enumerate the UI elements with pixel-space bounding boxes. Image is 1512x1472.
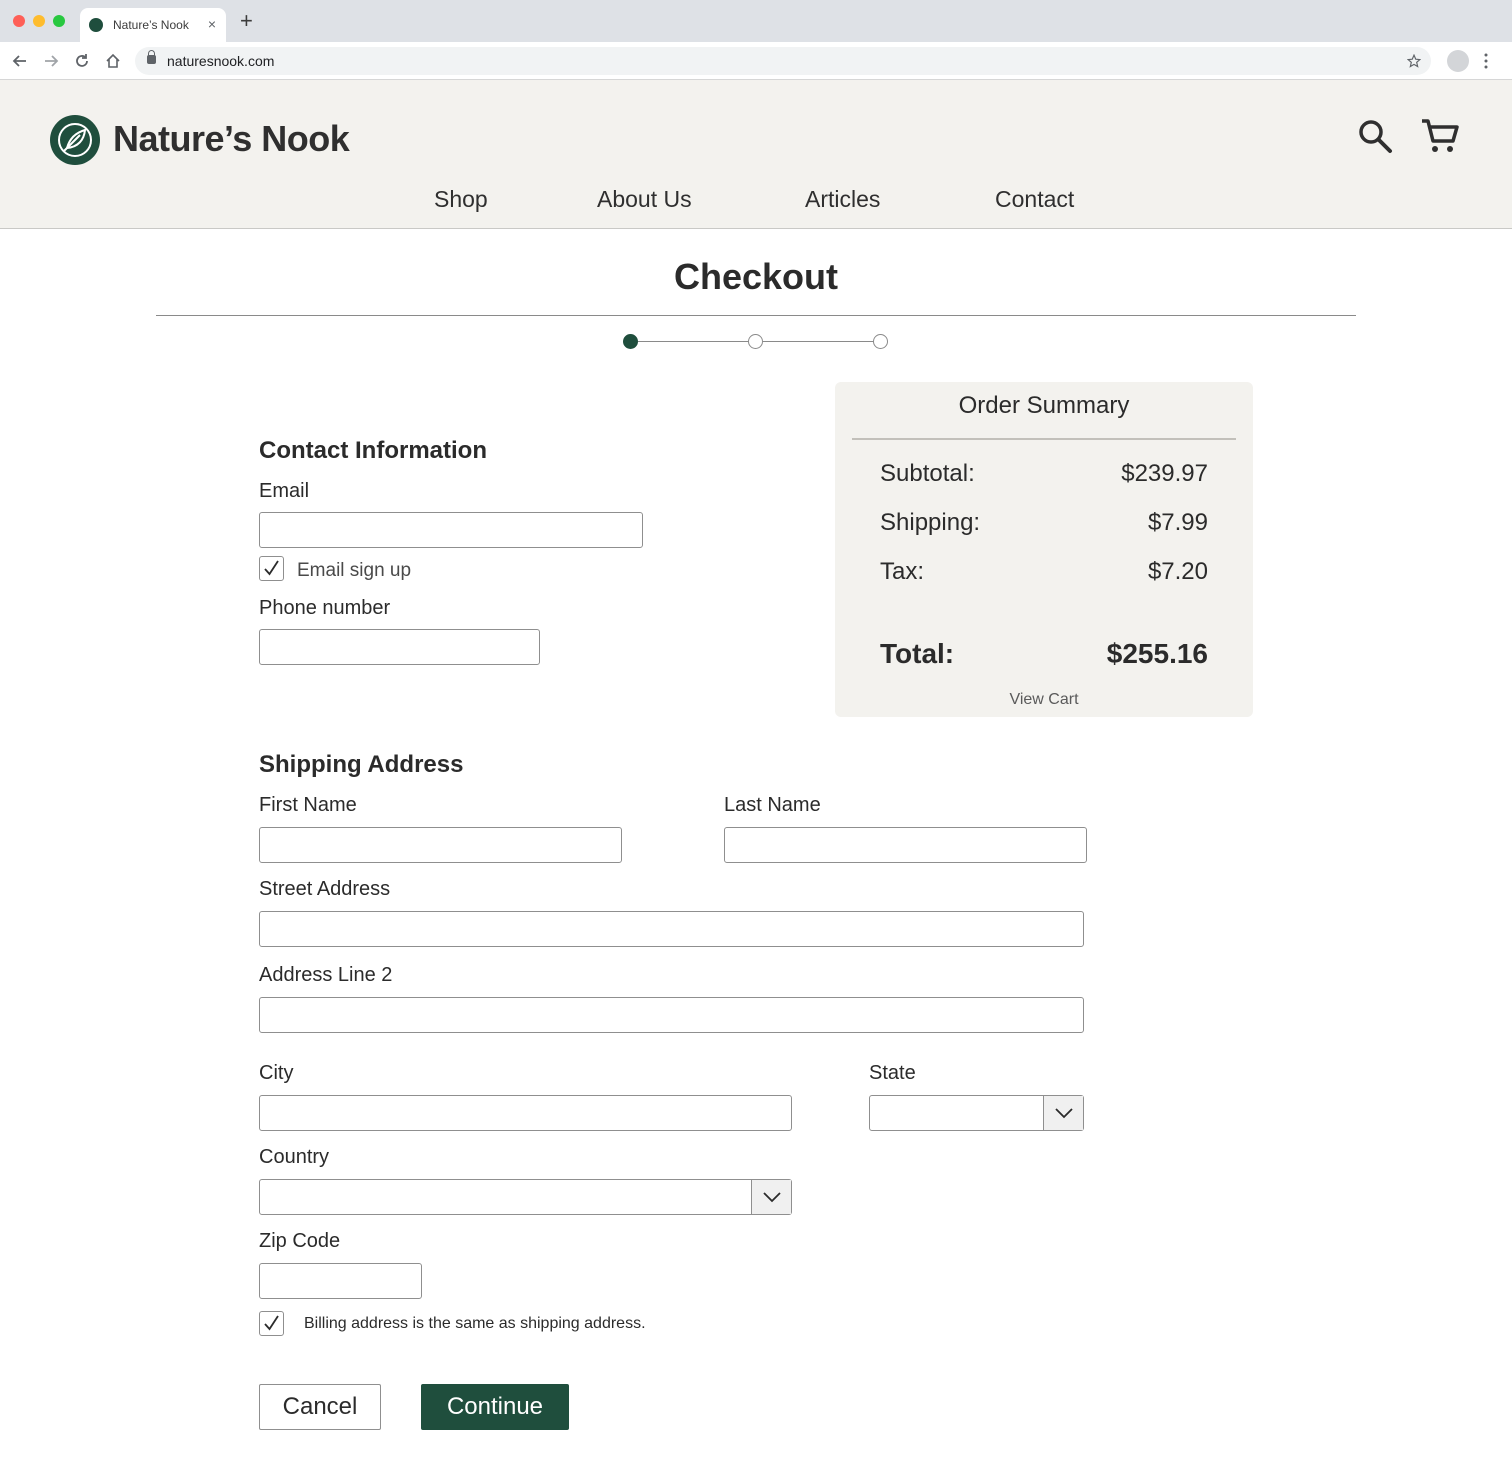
state-select[interactable]	[869, 1095, 1084, 1131]
url-text: naturesnook.com	[167, 53, 275, 69]
nav-articles[interactable]: Articles	[805, 186, 880, 213]
phone-field[interactable]	[259, 629, 540, 665]
city-label: City	[259, 1062, 294, 1084]
contact-heading: Contact Information	[259, 437, 487, 464]
shipping-heading: Shipping Address	[259, 751, 464, 778]
country-select[interactable]	[259, 1179, 792, 1215]
lock-icon	[147, 50, 156, 64]
last-name-field[interactable]	[724, 827, 1087, 863]
shipping-value: $7.99	[1147, 509, 1208, 536]
search-icon[interactable]	[1357, 118, 1393, 154]
subtotal-label: Subtotal:	[880, 460, 975, 487]
state-dropdown-button[interactable]	[1043, 1096, 1083, 1130]
progress-line	[763, 341, 881, 342]
country-label: Country	[259, 1146, 330, 1168]
browser-menu-icon[interactable]	[1484, 53, 1488, 69]
tab-close-icon[interactable]: ×	[208, 16, 216, 32]
street-address-label: Street Address	[259, 878, 391, 900]
shipping-label: Shipping:	[880, 509, 981, 536]
cancel-button[interactable]: Cancel	[259, 1384, 381, 1430]
country-dropdown-button[interactable]	[751, 1180, 791, 1214]
chevron-down-icon	[1055, 1108, 1073, 1119]
address-line-2-field[interactable]	[259, 997, 1084, 1033]
email-signup-label: Email sign up	[297, 560, 412, 581]
cart-icon[interactable]	[1420, 116, 1460, 156]
nav-about-us[interactable]: About Us	[597, 186, 692, 213]
nav-contact[interactable]: Contact	[995, 186, 1074, 213]
nav-shop[interactable]: Shop	[434, 186, 488, 213]
new-tab-icon[interactable]: +	[240, 10, 253, 32]
checkmark-icon	[264, 1315, 279, 1331]
email-signup-checkbox[interactable]	[259, 556, 284, 581]
order-summary-title: Order Summary	[958, 392, 1130, 419]
checkmark-icon	[264, 560, 279, 576]
reload-icon[interactable]	[74, 53, 90, 69]
address-bar[interactable]: naturesnook.com	[135, 47, 1431, 75]
maximize-window-button[interactable]	[53, 15, 65, 27]
billing-same-label: Billing address is the same as shipping …	[304, 1315, 646, 1332]
zip-code-field[interactable]	[259, 1263, 422, 1299]
site-header: Nature’s Nook Shop About Us Articles Con…	[0, 80, 1512, 229]
total-value: $255.16	[1106, 638, 1208, 669]
last-name-label: Last Name	[724, 794, 821, 816]
billing-same-checkbox[interactable]	[259, 1311, 284, 1336]
minimize-window-button[interactable]	[33, 15, 45, 27]
order-summary-panel: Order Summary Subtotal: $239.97 Shipping…	[835, 382, 1253, 717]
address-line-2-label: Address Line 2	[259, 964, 393, 986]
browser-tab[interactable]: Nature’s Nook ×	[80, 8, 226, 42]
tax-label: Tax:	[880, 558, 925, 585]
subtotal-value: $239.97	[1121, 460, 1208, 487]
browser-toolbar: naturesnook.com	[0, 42, 1512, 80]
continue-button[interactable]: Continue	[421, 1384, 569, 1430]
email-field[interactable]	[259, 512, 643, 548]
progress-line	[638, 341, 756, 342]
leaf-logo-icon[interactable]	[50, 115, 100, 165]
first-name-field[interactable]	[259, 827, 622, 863]
progress-step-2	[748, 334, 763, 349]
first-name-label: First Name	[259, 794, 357, 816]
chevron-down-icon	[763, 1192, 781, 1203]
browser-tab-bar: Nature’s Nook × +	[0, 0, 1512, 42]
email-label: Email	[259, 480, 310, 502]
tax-value: $7.20	[1147, 558, 1208, 585]
bookmark-star-icon[interactable]	[1407, 54, 1421, 68]
street-address-field[interactable]	[259, 911, 1084, 947]
zip-code-label: Zip Code	[259, 1230, 341, 1252]
view-cart-link[interactable]: View Cart	[835, 691, 1253, 709]
site-logo-text[interactable]: Nature’s Nook	[113, 118, 350, 160]
page-title: Checkout	[673, 256, 839, 297]
city-field[interactable]	[259, 1095, 792, 1131]
progress-step-3	[873, 334, 888, 349]
favicon-icon	[89, 18, 103, 32]
forward-arrow-icon[interactable]	[43, 53, 59, 69]
summary-divider	[852, 438, 1236, 440]
back-arrow-icon[interactable]	[12, 53, 28, 69]
phone-label: Phone number	[259, 597, 391, 619]
total-label: Total:	[880, 638, 955, 669]
home-icon[interactable]	[105, 53, 121, 69]
state-label: State	[869, 1062, 916, 1084]
title-divider	[156, 315, 1356, 316]
close-window-button[interactable]	[13, 15, 25, 27]
tab-title: Nature’s Nook	[113, 18, 189, 32]
progress-step-1	[623, 334, 638, 349]
profile-avatar[interactable]	[1447, 50, 1469, 72]
